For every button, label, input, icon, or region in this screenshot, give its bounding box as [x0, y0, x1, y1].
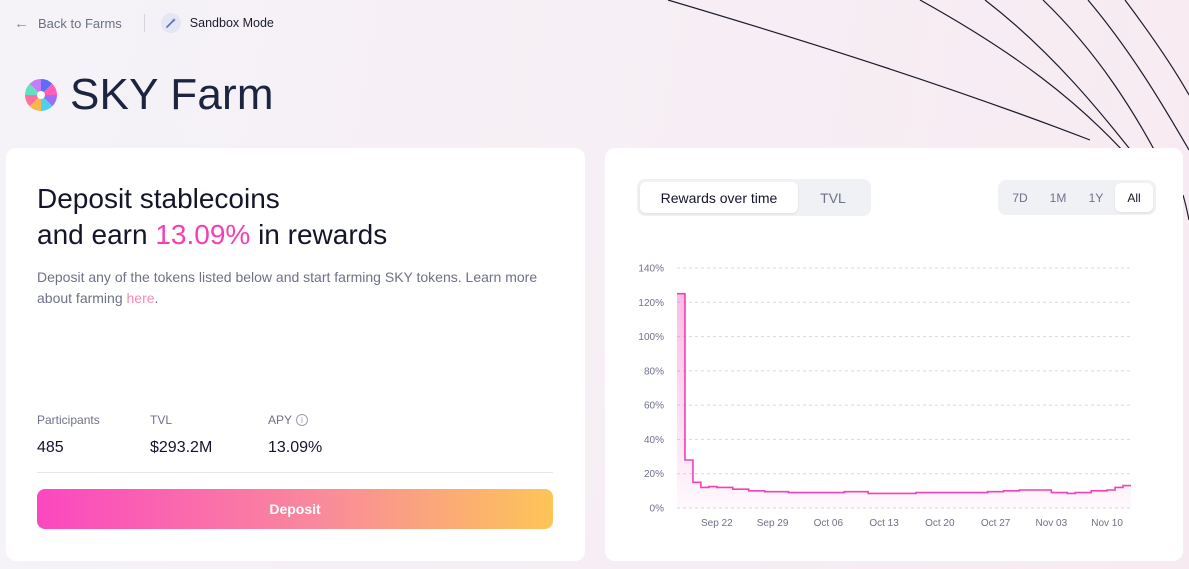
headline-prefix: and earn [37, 219, 148, 250]
y-tick-label: 20% [644, 469, 664, 480]
headline-rate: 13.09% [155, 219, 251, 250]
deposit-card: Deposit stablecoins and earn 13.09% in r… [6, 148, 585, 561]
y-tick-label: 140% [638, 264, 664, 275]
top-navigation: ← Back to Farms Sandbox Mode [14, 12, 274, 34]
wand-icon [160, 13, 181, 33]
info-icon[interactable]: i [296, 414, 309, 426]
back-to-farms-label: Back to Farms [38, 15, 122, 31]
tvl-value: $293.2M [150, 439, 213, 456]
series-area [677, 293, 1131, 508]
y-tick-label: 120% [638, 298, 664, 309]
x-tick-label: Oct 13 [869, 518, 899, 529]
stat-apy: APY i 13.09% [268, 412, 322, 457]
learn-more-link[interactable]: here [127, 290, 155, 306]
apy-value: 13.09% [268, 439, 323, 456]
range-7d[interactable]: 7D [1001, 183, 1039, 212]
stats-divider [37, 472, 553, 473]
time-range-selector: 7D 1M 1Y All [998, 180, 1156, 215]
y-tick-label: 0% [650, 504, 665, 515]
page-title: SKY Farm [70, 70, 274, 119]
stat-tvl: TVL $293.2M [150, 412, 212, 457]
participants-value: 485 [37, 439, 64, 456]
range-1y[interactable]: 1Y [1077, 183, 1115, 212]
participants-label: Participants [37, 413, 100, 427]
x-tick-label: Nov 03 [1036, 518, 1068, 529]
x-tick-label: Sep 22 [701, 518, 733, 529]
x-tick-label: Nov 10 [1091, 518, 1123, 529]
back-to-farms-link[interactable]: ← Back to Farms [14, 15, 122, 32]
deposit-headline: Deposit stablecoins and earn 13.09% in r… [37, 181, 387, 253]
sandbox-mode-indicator[interactable]: Sandbox Mode [160, 13, 274, 33]
series-line [677, 292, 1131, 495]
y-tick-label: 100% [638, 332, 664, 343]
x-tick-label: Sep 29 [757, 518, 789, 529]
arrow-left-icon: ← [14, 14, 29, 32]
tab-tvl[interactable]: TVL [798, 182, 868, 213]
x-tick-label: Oct 06 [814, 518, 844, 529]
range-all[interactable]: All [1115, 183, 1153, 212]
headline-suffix: in rewards [258, 219, 388, 250]
range-1m[interactable]: 1M [1039, 183, 1077, 212]
deposit-button[interactable]: Deposit [37, 489, 553, 529]
page-header: SKY Farm [24, 70, 274, 120]
chart-tabs: Rewards over time TVL [637, 179, 871, 216]
sky-logo-icon [25, 79, 57, 111]
chart-card: 0% 20% 40% 60% 80% 100% 120% 140% Sep 22 Sep 29 Oc… [605, 148, 1183, 561]
headline-line-2: and earn 13.09% in rewards [37, 217, 387, 253]
y-tick-label: 40% [644, 435, 664, 446]
deposit-description: Deposit any of the tokens listed below a… [37, 269, 538, 306]
stat-participants: Participants 485 [37, 412, 100, 457]
nav-divider [143, 14, 145, 32]
apy-label: APY [268, 413, 293, 427]
tvl-label: TVL [150, 413, 173, 427]
x-tick-label: Oct 20 [925, 518, 955, 529]
headline-line-1: Deposit stablecoins [37, 183, 280, 214]
x-tick-label: Oct 27 [981, 518, 1011, 529]
sandbox-mode-label: Sandbox Mode [189, 16, 274, 30]
tab-rewards-over-time[interactable]: Rewards over time [640, 182, 798, 213]
description-text: Deposit any of the tokens listed below a… [37, 269, 538, 306]
y-tick-label: 60% [644, 401, 664, 412]
y-tick-label: 80% [644, 366, 664, 377]
apy-label-row: APY i [268, 412, 322, 428]
